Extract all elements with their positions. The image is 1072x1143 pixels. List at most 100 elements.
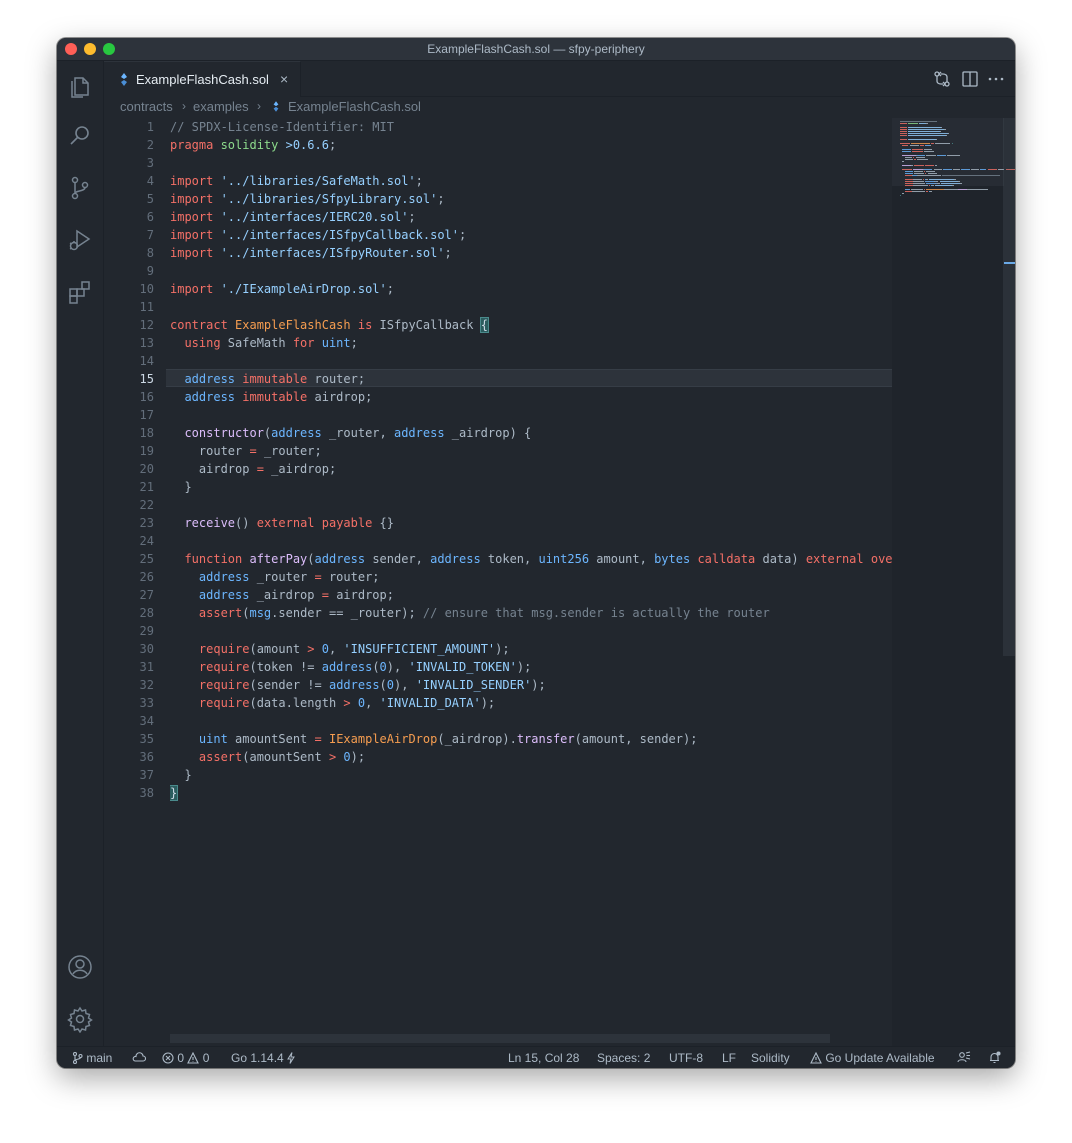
minimap-line: [928, 179, 954, 180]
code-token: import: [170, 228, 221, 242]
go-update-status[interactable]: Go Update Available: [810, 1051, 935, 1065]
code-line[interactable]: import '../interfaces/IERC20.sol';: [170, 208, 416, 226]
code-line[interactable]: receive() external payable {}: [170, 514, 394, 532]
more-actions-icon[interactable]: [987, 70, 1005, 88]
code-line[interactable]: function afterPay(address sender, addres…: [170, 550, 892, 568]
code-line[interactable]: uint amountSent = IExampleAirDrop(_airdr…: [170, 730, 698, 748]
minimap-line: [904, 189, 910, 190]
problems-status[interactable]: 0 0: [162, 1051, 209, 1065]
compare-changes-icon[interactable]: [933, 70, 951, 88]
go-version-status[interactable]: Go 1.14.4: [231, 1051, 295, 1065]
tab-examplefc[interactable]: ExampleFlashCash.sol ×: [104, 61, 301, 97]
code-token: token,: [487, 552, 539, 566]
code-token: address: [271, 426, 329, 440]
minimap-line: [916, 155, 926, 156]
breadcrumb-item-examples[interactable]: examples: [193, 99, 249, 114]
feedback-icon[interactable]: [957, 1051, 971, 1065]
cursor-position[interactable]: Ln 15, Col 28: [508, 1051, 579, 1065]
code-line[interactable]: }: [170, 478, 191, 496]
code-line[interactable]: address _airdrop = airdrop;: [170, 586, 394, 604]
minimap-line: [912, 151, 923, 152]
code-line[interactable]: assert(msg.sender == _router); // ensure…: [170, 604, 770, 622]
minimap-line: [915, 157, 926, 158]
code-token: (: [379, 678, 387, 692]
notifications-bell-icon[interactable]: [988, 1051, 1001, 1065]
code-editor[interactable]: 1 2 3 4 5 6 7 8 9 10 11 12 13 14 15 16 17 18 19 20 21 22 23 24 2…: [104, 118, 1015, 1046]
code-token: address: [314, 552, 373, 566]
breadcrumb-item-contracts[interactable]: contracts: [120, 99, 173, 114]
search-icon[interactable]: [66, 122, 94, 150]
code-line[interactable]: pragma solidity >0.6.6;: [170, 136, 336, 154]
sync-icon[interactable]: [132, 1051, 147, 1065]
line-number: 23: [139, 516, 154, 530]
line-number: 35: [139, 732, 154, 746]
code-token: ),: [394, 678, 416, 692]
code-line[interactable]: address immutable router;: [170, 370, 365, 388]
code-token: {: [479, 317, 489, 333]
minimap-line: [939, 181, 958, 182]
horizontal-scrollbar[interactable]: [170, 1034, 830, 1043]
code-line[interactable]: airdrop = _airdrop;: [170, 460, 336, 478]
minimap-line: [957, 189, 968, 190]
indentation-status[interactable]: Spaces: 2: [597, 1051, 650, 1065]
code-line[interactable]: using SafeMath for uint;: [170, 334, 357, 352]
run-debug-icon[interactable]: [66, 226, 94, 254]
minimap-line: [900, 143, 910, 144]
line-number: 28: [139, 606, 154, 620]
split-editor-icon[interactable]: [961, 70, 979, 88]
code-line[interactable]: import '../libraries/SfpyLibrary.sol';: [170, 190, 445, 208]
encoding-status[interactable]: UTF-8: [669, 1051, 703, 1065]
minimap[interactable]: [892, 118, 1015, 1046]
code-line[interactable]: import '../libraries/SafeMath.sol';: [170, 172, 423, 190]
minimap-line: [925, 173, 927, 174]
code-line[interactable]: address _router = router;: [170, 568, 380, 586]
language-mode[interactable]: Solidity: [751, 1051, 790, 1065]
explorer-icon[interactable]: [66, 72, 94, 100]
code-token: airdrop: [170, 462, 257, 476]
code-line[interactable]: assert(amountSent > 0);: [170, 748, 365, 766]
code-token: amountSent: [235, 732, 315, 746]
code-line[interactable]: require(token != address(0), 'INVALID_TO…: [170, 658, 531, 676]
minimap-line: [900, 129, 908, 130]
code-line[interactable]: import '../interfaces/ISfpyCallback.sol'…: [170, 226, 466, 244]
code-content[interactable]: // SPDX-License-Identifier: MIT pragma so…: [170, 118, 892, 1046]
minimap-line: [948, 133, 950, 134]
code-line[interactable]: // SPDX-License-Identifier: MIT: [170, 118, 394, 136]
code-line[interactable]: require(amount > 0, 'INSUFFICIENT_AMOUNT…: [170, 640, 510, 658]
line-number: 17: [139, 408, 154, 422]
code-token: (amountSent: [242, 750, 329, 764]
vertical-scrollbar[interactable]: [1003, 118, 1015, 656]
code-line[interactable]: constructor(address _router, address _ai…: [170, 424, 531, 442]
settings-gear-icon[interactable]: [66, 1005, 94, 1034]
code-token: address: [170, 588, 257, 602]
minimap-line: [900, 139, 908, 140]
code-token: immutable: [242, 390, 315, 404]
code-line[interactable]: }: [170, 784, 179, 802]
code-line[interactable]: }: [170, 766, 191, 784]
code-token: data): [762, 552, 806, 566]
code-line[interactable]: address immutable airdrop;: [170, 388, 372, 406]
code-line[interactable]: require(sender != address(0), 'INVALID_S…: [170, 676, 546, 694]
minimap-line: [904, 181, 914, 182]
code-token: // ensure that msg.sender is actually th…: [422, 606, 770, 620]
chevron-right-icon: ›: [182, 99, 186, 113]
line-number: 27: [139, 588, 154, 602]
code-line[interactable]: import '../interfaces/ISfpyRouter.sol';: [170, 244, 452, 262]
breadcrumb-item-file[interactable]: ExampleFlashCash.sol: [288, 99, 421, 114]
code-token: 0: [357, 696, 366, 710]
source-control-icon[interactable]: [66, 174, 94, 202]
minimap-line: [912, 191, 926, 192]
code-line[interactable]: router = _router;: [170, 442, 322, 460]
accounts-icon[interactable]: [66, 953, 94, 981]
code-token: sender,: [372, 552, 431, 566]
code-line[interactable]: import './IExampleAirDrop.sol';: [170, 280, 394, 298]
extensions-icon[interactable]: [66, 278, 94, 306]
branch-status[interactable]: main: [72, 1051, 112, 1065]
code-token: ;: [459, 228, 467, 242]
tab-close-button[interactable]: ×: [280, 71, 288, 87]
code-token: airdrop;: [336, 588, 394, 602]
code-token: >: [328, 750, 344, 764]
code-line[interactable]: require(data.length > 0, 'INVALID_DATA')…: [170, 694, 495, 712]
eol-status[interactable]: LF: [722, 1051, 736, 1065]
code-line[interactable]: contract ExampleFlashCash is ISfpyCallba…: [170, 316, 489, 334]
